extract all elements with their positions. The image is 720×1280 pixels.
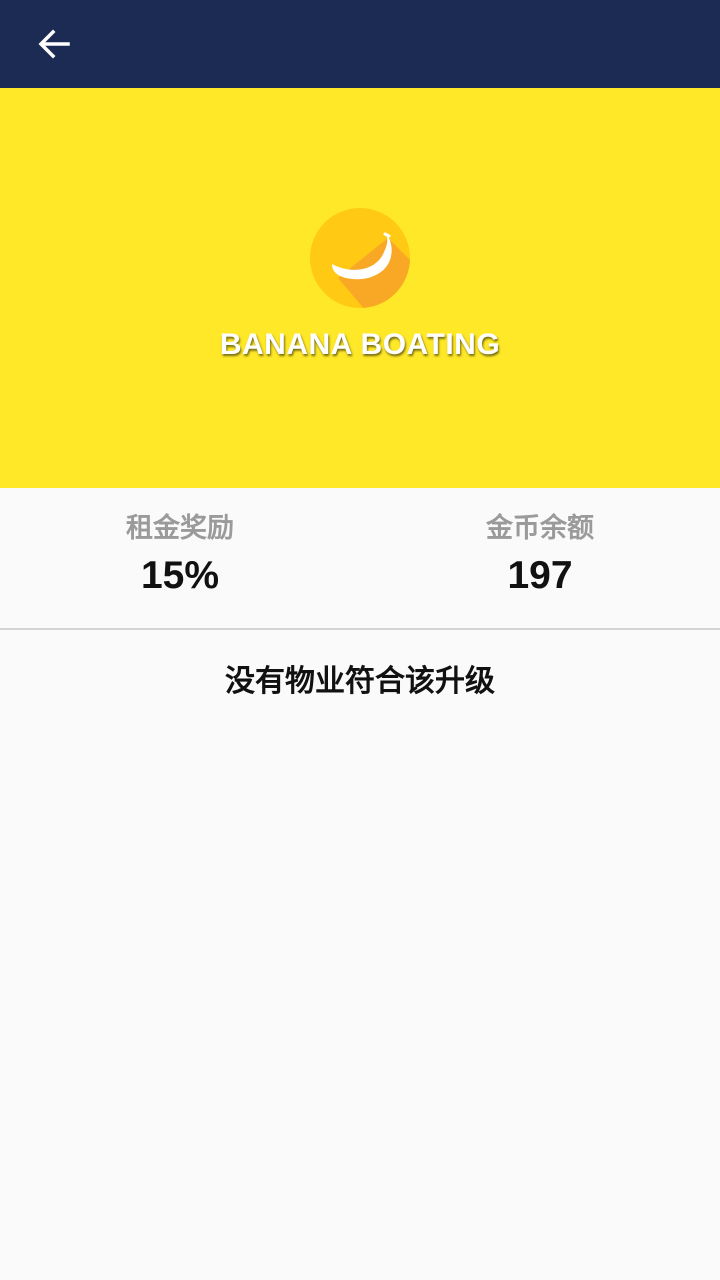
back-button[interactable]	[20, 14, 92, 74]
rent-bonus-label: 租金奖励	[126, 513, 234, 544]
banana-icon	[310, 208, 410, 308]
divider	[0, 628, 720, 630]
coin-balance-value: 197	[507, 554, 573, 597]
hero-banner: BANANA BOATING	[0, 88, 720, 488]
arrow-left-icon	[38, 29, 70, 59]
rent-bonus-value: 15%	[140, 554, 220, 597]
coin-balance-label: 金币余额	[486, 513, 594, 544]
rent-bonus-stat: 租金奖励 15%	[0, 488, 360, 628]
banana-logo	[310, 208, 410, 308]
empty-state-message: 没有物业符合该升级	[225, 664, 495, 699]
app-bar	[0, 0, 720, 88]
stats-panel: 租金奖励 15% 金币余额 197	[0, 488, 720, 628]
hero-title: BANANA BOATING	[219, 328, 501, 361]
coin-balance-stat: 金币余额 197	[360, 488, 720, 628]
